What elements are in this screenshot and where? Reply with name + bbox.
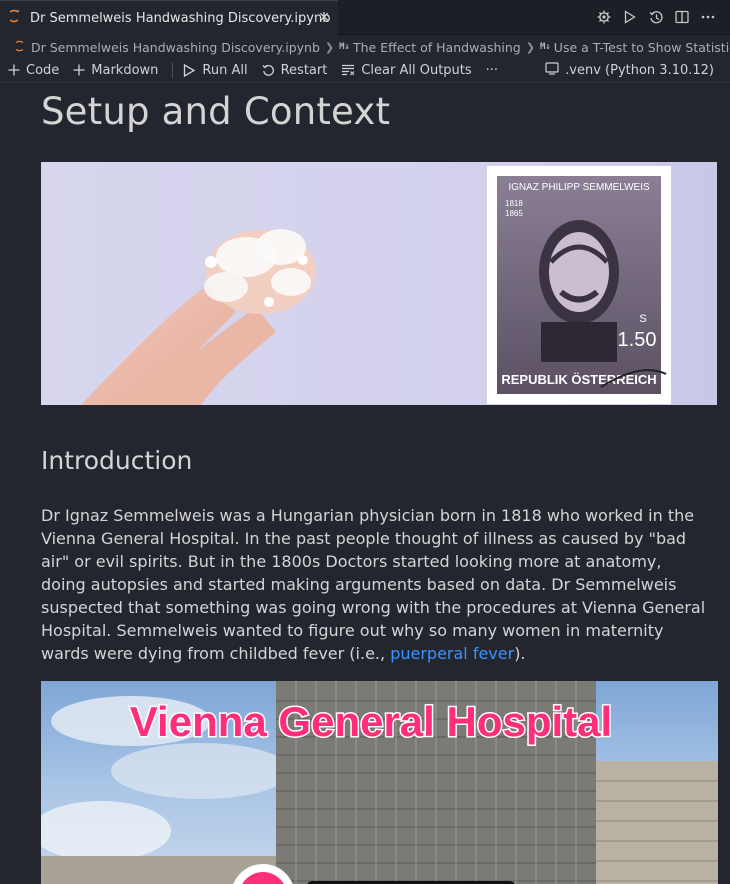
- page-title: Setup and Context: [41, 90, 391, 133]
- split-editor-icon[interactable]: [674, 8, 690, 26]
- history-icon[interactable]: [648, 8, 664, 26]
- markdown-icon: M↓: [339, 42, 350, 52]
- handwashing-stamp-image: IGNAZ PHILIPP SEMMELWEIS 1818 1865 S 1.5…: [41, 162, 717, 405]
- chevron-right-icon: ❯: [324, 40, 335, 54]
- settings-gear-icon[interactable]: [596, 8, 612, 26]
- breadcrumb: Dr Semmelweis Handwashing Discovery.ipyn…: [0, 36, 730, 58]
- toolbar-more-button[interactable]: ···: [486, 63, 498, 78]
- notebook-icon: [14, 40, 25, 55]
- notebook-toolbar: Code Markdown Run All Restart Clear All …: [0, 58, 730, 83]
- add-code-button[interactable]: Code: [8, 63, 59, 78]
- clear-all-outputs-button[interactable]: Clear All Outputs: [341, 63, 472, 78]
- stamp-value: 1.50: [618, 329, 657, 351]
- introduction-heading: Introduction: [41, 446, 193, 475]
- run-all-icon: [183, 63, 196, 77]
- toolbar-divider: [172, 62, 174, 78]
- hospital-banner-text: Vienna General Hospital: [130, 698, 612, 745]
- puerperal-fever-link[interactable]: puerperal fever: [390, 644, 514, 663]
- add-markdown-button[interactable]: Markdown: [73, 63, 158, 78]
- notebook-content: Setup and Context IGNAZ PHILIPP SEMMELWE…: [0, 84, 730, 884]
- chevron-right-icon: ❯: [525, 40, 535, 54]
- more-icon[interactable]: [700, 8, 716, 26]
- notebook-icon: [8, 9, 26, 27]
- introduction-paragraph: Dr Ignaz Semmelweis was a Hungarian phys…: [41, 506, 706, 663]
- kernel-picker[interactable]: .venv (Python 3.10.12): [545, 62, 714, 79]
- run-all-button[interactable]: Run All: [183, 63, 248, 78]
- restart-button[interactable]: Restart: [261, 63, 327, 78]
- tab-bar: Dr Semmelweis Handwashing Discovery.ipyn…: [0, 0, 730, 35]
- clear-all-icon: [341, 64, 355, 76]
- plus-icon: [73, 64, 85, 76]
- vienna-hospital-image: Vienna General Hospital: [41, 681, 718, 884]
- restart-icon: [261, 64, 275, 77]
- run-icon[interactable]: [622, 8, 638, 26]
- stamp-year-born: 1818: [505, 199, 523, 208]
- tab-title: Dr Semmelweis Handwashing Discovery.ipyn…: [30, 10, 331, 26]
- tab-notebook[interactable]: Dr Semmelweis Handwashing Discovery.ipyn…: [0, 0, 338, 35]
- plus-icon: [8, 64, 20, 76]
- kernel-icon: [545, 62, 559, 79]
- stamp-country: REPUBLIK ÖSTERREICH: [501, 372, 656, 387]
- stamp-name: IGNAZ PHILIPP SEMMELWEIS: [508, 182, 650, 193]
- breadcrumb-subsection[interactable]: M↓ Use a T-Test to Show Statistica: [540, 40, 730, 55]
- stamp-currency: S: [639, 313, 646, 325]
- breadcrumb-file[interactable]: Dr Semmelweis Handwashing Discovery.ipyn…: [14, 40, 320, 55]
- breadcrumb-section[interactable]: M↓ The Effect of Handwashing: [339, 40, 521, 55]
- stamp-year-died: 1865: [505, 209, 523, 218]
- markdown-icon: M↓: [539, 42, 551, 52]
- close-icon[interactable]: ✕: [318, 10, 330, 26]
